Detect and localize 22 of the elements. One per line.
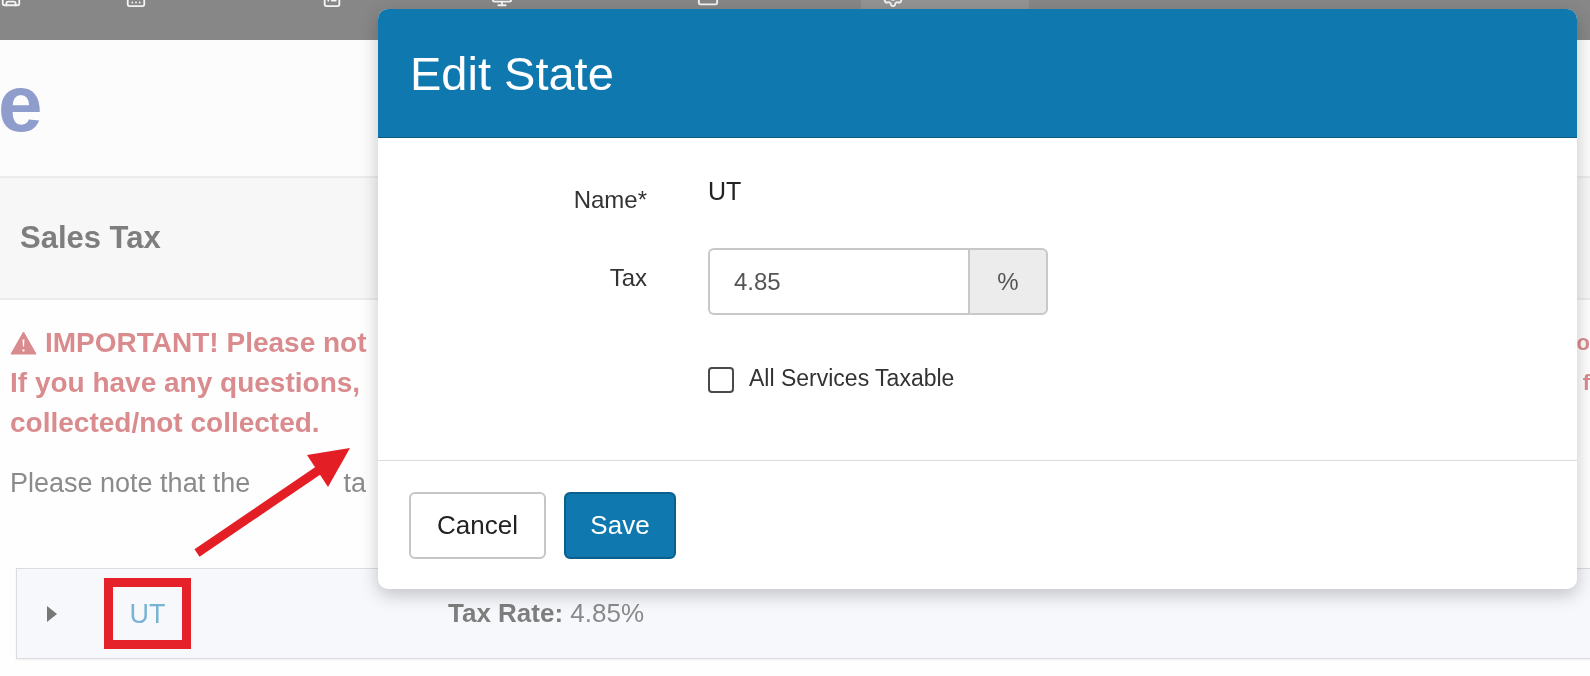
warning-icon [10,331,37,355]
alert-text: f [1582,369,1590,397]
caret-icon[interactable] [47,605,57,622]
alert-text: o [1576,329,1590,357]
note-text: Please note that the [10,467,251,500]
alert-text: If you have any questions, [10,366,361,400]
panel-title: Sales Tax [20,220,161,256]
checkbox-label[interactable]: All Services Taxable [749,365,955,391]
percent-addon: % [968,248,1048,315]
alert-text: IMPORTANT! Please not [45,326,367,360]
tax-rate-text: Tax Rate: 4.85% [448,598,645,629]
field-label: Tax [608,264,647,292]
save-button[interactable]: Save [564,491,676,559]
field-value: UT [708,177,742,205]
note-text: ta [343,467,366,500]
cancel-button[interactable]: Cancel [409,491,546,559]
tax-input[interactable]: 4.85 [708,248,968,315]
checkbox[interactable] [708,367,734,393]
alert-text: collected/not collected. [10,406,320,440]
page-title: e [0,64,43,144]
field-label: Name* [572,186,647,214]
dialog-title: Edit State [410,45,614,101]
